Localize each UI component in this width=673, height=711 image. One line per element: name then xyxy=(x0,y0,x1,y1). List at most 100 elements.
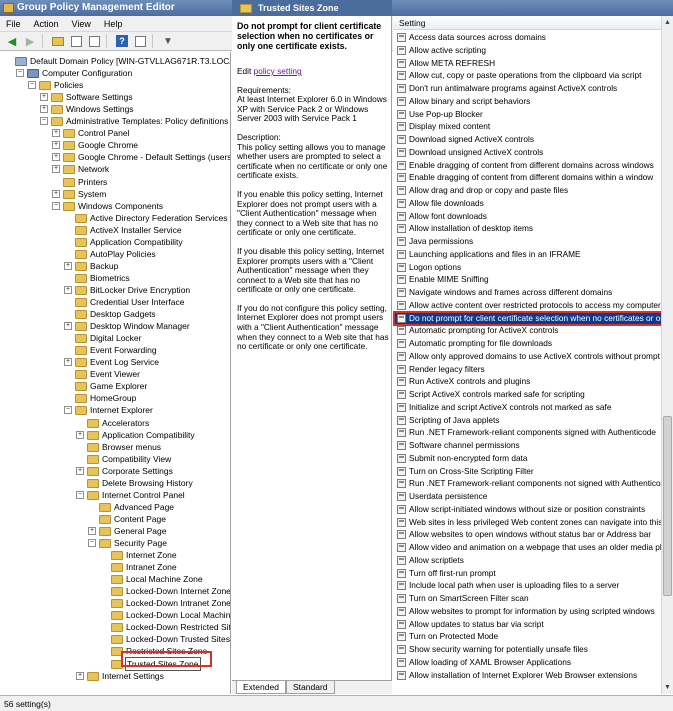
console-tree[interactable]: Default Domain Policy [WIN-GTVLLAG671R.T… xyxy=(0,52,231,694)
collapse-icon[interactable]: − xyxy=(76,490,84,499)
setting-row[interactable]: Allow active scripting xyxy=(393,44,661,57)
setting-row[interactable]: Submit non-encrypted form data xyxy=(393,452,661,465)
expand-icon[interactable]: + xyxy=(76,466,84,475)
up-folder-icon[interactable] xyxy=(50,33,66,49)
setting-row[interactable]: Allow installation of desktop items xyxy=(393,222,661,235)
filter-icon[interactable]: ▼ xyxy=(160,33,176,49)
setting-row[interactable]: Allow websites to open windows without s… xyxy=(393,528,661,541)
expand-icon[interactable]: + xyxy=(52,189,60,198)
export-list-icon[interactable] xyxy=(86,33,102,49)
edit-policy-setting-link[interactable]: policy setting xyxy=(254,66,302,76)
setting-row[interactable]: Allow updates to status bar via script xyxy=(393,618,661,631)
setting-row[interactable]: Automatic prompting for ActiveX controls xyxy=(393,324,661,337)
properties-icon[interactable] xyxy=(132,33,148,49)
setting-row[interactable]: Allow drag and drop or copy and paste fi… xyxy=(393,184,661,197)
setting-row[interactable]: Run .NET Framework-reliant components si… xyxy=(393,426,661,439)
menu-action[interactable]: Action xyxy=(34,19,59,29)
expand-icon[interactable]: + xyxy=(76,430,84,439)
setting-row[interactable]: Enable MIME Sniffing xyxy=(393,273,661,286)
menu-file[interactable]: File xyxy=(6,19,21,29)
collapse-icon[interactable]: − xyxy=(16,69,24,78)
menu-help[interactable]: Help xyxy=(104,19,123,29)
expand-icon[interactable]: + xyxy=(40,105,48,114)
expand-icon[interactable]: + xyxy=(88,526,96,535)
setting-row[interactable]: Allow binary and script behaviors xyxy=(393,95,661,108)
setting-row[interactable]: Allow only approved domains to use Activ… xyxy=(393,350,661,363)
setting-row[interactable]: Enable dragging of content from differen… xyxy=(393,171,661,184)
tab-standard[interactable]: Standard xyxy=(286,681,335,694)
setting-row[interactable]: Scripting of Java applets xyxy=(393,414,661,427)
setting-row[interactable]: Download signed ActiveX controls xyxy=(393,133,661,146)
tree-node-label: BitLocker Drive Encryption xyxy=(90,284,191,295)
scroll-up-icon[interactable]: ▲ xyxy=(662,17,673,28)
expand-icon[interactable]: + xyxy=(64,322,72,331)
setting-row[interactable]: Turn off first-run prompt xyxy=(393,567,661,580)
setting-row[interactable]: Run ActiveX controls and plugins xyxy=(393,375,661,388)
setting-row[interactable]: Automatic prompting for file downloads xyxy=(393,337,661,350)
setting-row[interactable]: Allow script-initiated windows without s… xyxy=(393,503,661,516)
setting-row[interactable]: Allow active content over restricted pro… xyxy=(393,299,661,312)
setting-row[interactable]: Allow file downloads xyxy=(393,197,661,210)
expand-icon[interactable]: + xyxy=(64,285,72,294)
collapse-icon[interactable]: − xyxy=(52,201,60,210)
setting-row[interactable]: Logon options xyxy=(393,261,661,274)
collapse-icon[interactable]: − xyxy=(64,406,72,415)
setting-row[interactable]: Display mixed content xyxy=(393,120,661,133)
setting-row[interactable]: Allow META REFRESH xyxy=(393,57,661,70)
setting-row[interactable]: Show security warning for potentially un… xyxy=(393,643,661,656)
collapse-icon[interactable]: − xyxy=(88,539,96,547)
setting-row[interactable]: Software channel permissions xyxy=(393,439,661,452)
policy-setting-icon xyxy=(397,492,406,501)
setting-row[interactable]: Run .NET Framework-reliant components no… xyxy=(393,477,661,490)
expand-icon[interactable]: + xyxy=(52,165,60,174)
setting-row[interactable]: Use Pop-up Blocker xyxy=(393,108,661,121)
setting-row[interactable]: Turn on Cross-Site Scripting Filter xyxy=(393,465,661,478)
expand-icon[interactable]: + xyxy=(40,93,48,102)
setting-row[interactable]: Include local path when user is uploadin… xyxy=(393,579,661,592)
policy-setting-icon xyxy=(397,224,406,234)
setting-row[interactable]: Allow loading of XAML Browser Applicatio… xyxy=(393,656,661,669)
setting-row[interactable]: Web sites in less privileged Web content… xyxy=(393,516,661,529)
expand-icon[interactable]: + xyxy=(52,141,60,150)
expand-icon[interactable]: + xyxy=(64,358,72,367)
tree-node-label: Desktop Window Manager xyxy=(90,321,190,332)
setting-row[interactable]: Download unsigned ActiveX controls xyxy=(393,146,661,159)
setting-row[interactable]: Script ActiveX controls marked safe for … xyxy=(393,388,661,401)
settings-list[interactable]: Setting Access data sources across domai… xyxy=(393,16,661,694)
setting-row[interactable]: Allow cut, copy or paste operations from… xyxy=(393,69,661,82)
menu-view[interactable]: View xyxy=(72,19,91,29)
folder-icon xyxy=(75,273,87,283)
setting-row[interactable]: Launching applications and files in an I… xyxy=(393,248,661,261)
help-icon[interactable]: ? xyxy=(114,33,130,49)
setting-row[interactable]: Allow video and animation on a webpage t… xyxy=(393,541,661,554)
expand-icon[interactable]: + xyxy=(76,671,84,680)
setting-row[interactable]: Navigate windows and frames across diffe… xyxy=(393,286,661,299)
expand-icon[interactable]: + xyxy=(52,129,60,138)
collapse-icon[interactable]: − xyxy=(28,81,36,90)
setting-row[interactable]: Java permissions xyxy=(393,235,661,248)
scroll-thumb[interactable] xyxy=(663,416,672,596)
back-arrow-icon[interactable]: ◀ xyxy=(4,33,20,49)
setting-row[interactable]: Turn on Protected Mode xyxy=(393,630,661,643)
setting-row[interactable]: Userdata persistence xyxy=(393,490,661,503)
setting-row[interactable]: Allow websites to prompt for information… xyxy=(393,605,661,618)
setting-row[interactable]: Allow scriptlets xyxy=(393,554,661,567)
scroll-down-icon[interactable]: ▼ xyxy=(662,682,673,693)
collapse-icon[interactable]: − xyxy=(40,117,48,126)
tab-extended[interactable]: Extended xyxy=(236,681,286,694)
setting-row[interactable]: Allow font downloads xyxy=(393,210,661,223)
setting-row[interactable]: Don't run antimalware programs against A… xyxy=(393,82,661,95)
tree-node-label: Google Chrome xyxy=(78,140,139,151)
setting-column-header[interactable]: Setting xyxy=(393,16,661,30)
setting-row[interactable]: Access data sources across domains xyxy=(393,31,661,44)
setting-row[interactable]: Render legacy filters xyxy=(393,363,661,376)
show-hide-tree-icon[interactable] xyxy=(68,33,84,49)
setting-row[interactable]: Initialize and script ActiveX controls n… xyxy=(393,401,661,414)
forward-arrow-icon[interactable]: ▶ xyxy=(22,33,38,49)
settings-vertical-scrollbar[interactable]: ▲ ▼ xyxy=(661,16,673,694)
expand-icon[interactable]: + xyxy=(52,153,60,162)
setting-row[interactable]: Enable dragging of content from differen… xyxy=(393,159,661,172)
setting-row[interactable]: Turn on SmartScreen Filter scan xyxy=(393,592,661,605)
expand-icon[interactable]: + xyxy=(64,261,72,270)
setting-row[interactable]: Allow installation of Internet Explorer … xyxy=(393,669,661,682)
